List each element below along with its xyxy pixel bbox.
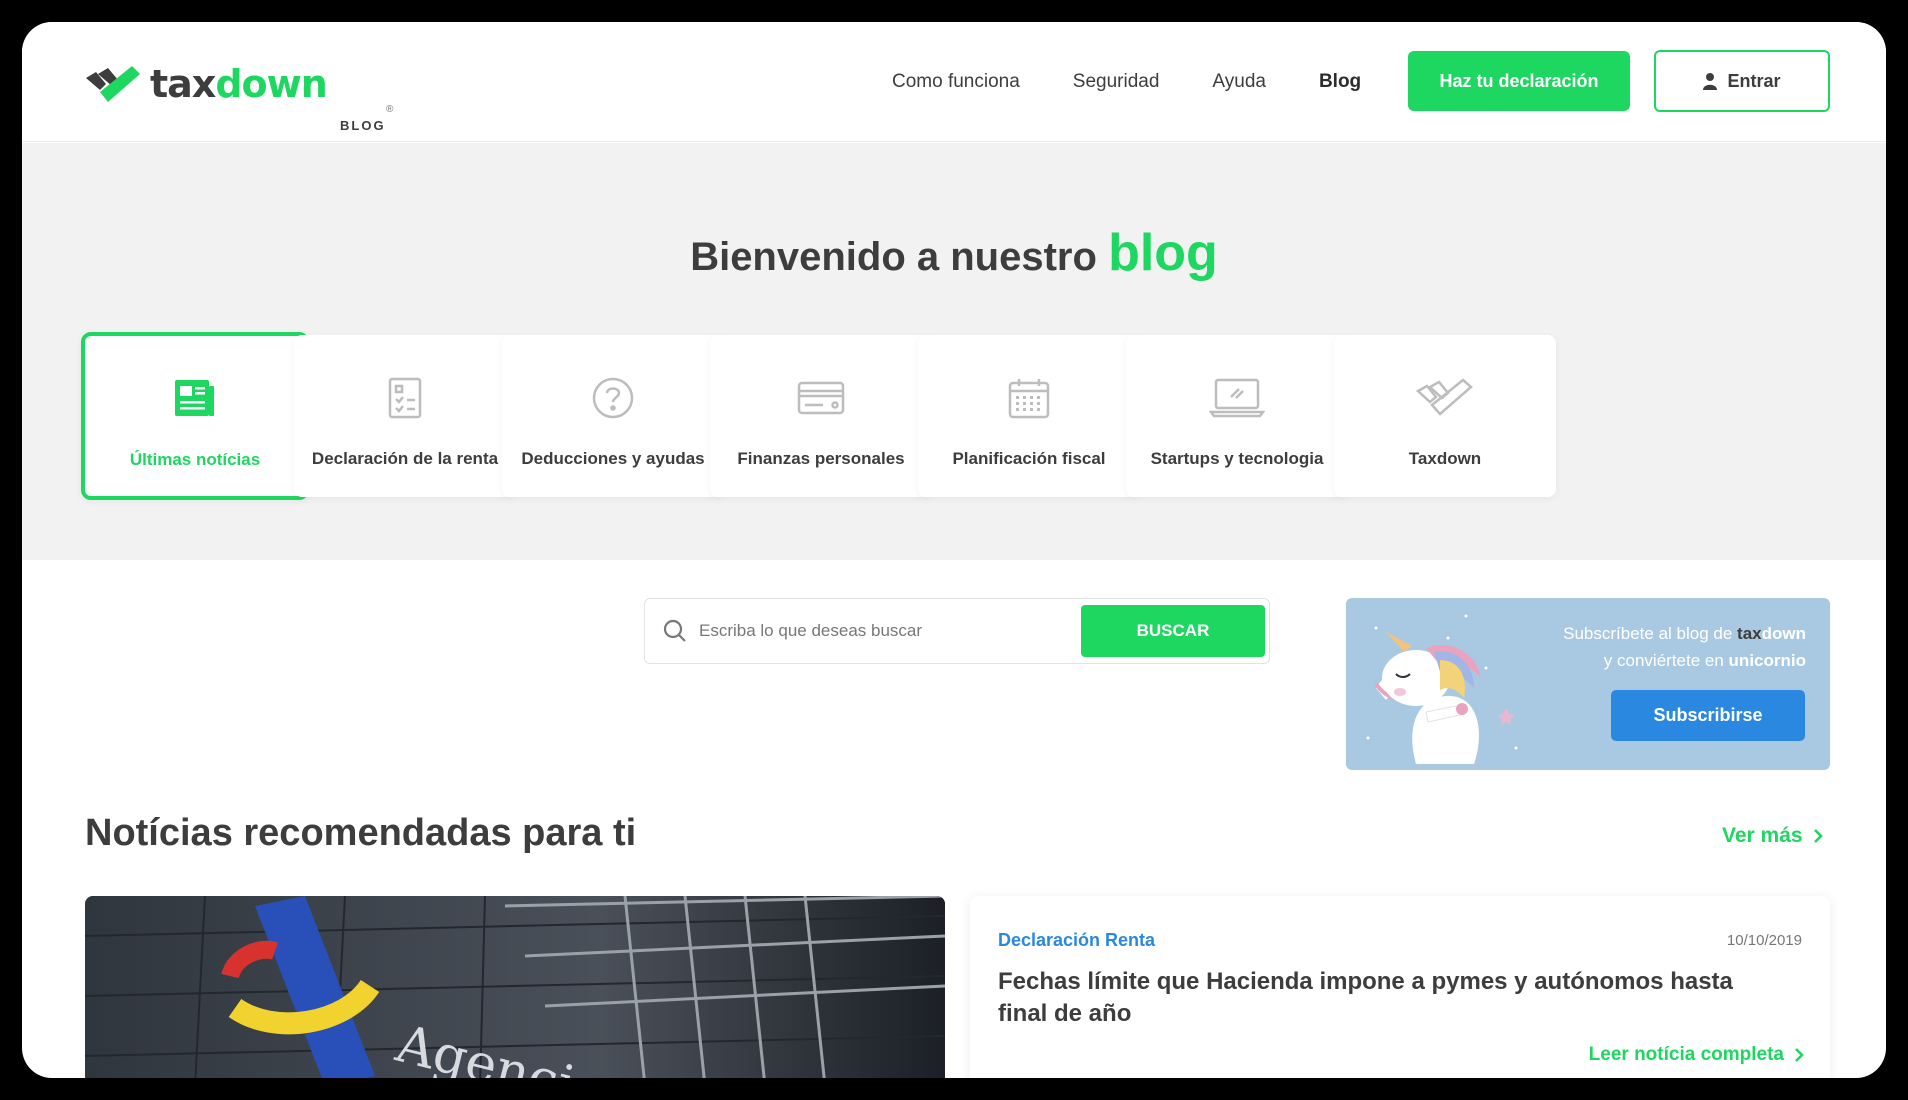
category-card-declaracion-renta[interactable]: Declaración de la renta (294, 335, 516, 497)
nav-link-blog[interactable]: Blog (1319, 22, 1361, 142)
browser-screen: taxdown ® BLOG Como funciona Seguridad A… (22, 22, 1886, 1078)
login-button[interactable]: Entrar (1654, 50, 1830, 112)
nav-link-ayuda[interactable]: Ayuda (1212, 22, 1266, 142)
declaration-cta-button[interactable]: Haz tu declaración (1408, 51, 1630, 111)
news-photo[interactable]: Agencia T (85, 896, 945, 1078)
nav-link-como-funciona[interactable]: Como funciona (892, 22, 1020, 142)
category-card-startups-tecnologia[interactable]: Startups y tecnologia (1126, 335, 1348, 497)
see-more-label: Ver más (1722, 824, 1803, 847)
search-input[interactable] (699, 611, 1039, 651)
logo-subtitle: BLOG (340, 118, 386, 133)
checklist-icon (388, 373, 422, 423)
newspaper-icon (175, 374, 215, 424)
calendar-icon (1008, 373, 1050, 423)
nav-link-seguridad[interactable]: Seguridad (1073, 22, 1160, 142)
read-full-news-label: Leer notícia completa (1588, 1044, 1784, 1065)
subscribe-button[interactable]: Subscribirse (1611, 690, 1805, 741)
category-card-planificacion-fiscal[interactable]: Planificación fiscal (918, 335, 1140, 497)
question-icon (592, 373, 634, 423)
category-label: Declaración de la renta (311, 449, 499, 468)
laptop-icon (1209, 373, 1265, 423)
category-label: Deducciones y ayudas (521, 449, 705, 468)
taxdown-logo-icon (1415, 373, 1475, 423)
device-frame: taxdown ® BLOG Como funciona Seguridad A… (0, 0, 1908, 1100)
category-card-ultimas-noticias[interactable]: Últimas notícias (81, 332, 309, 500)
hero-section: Bienvenido a nuestro blog Últimas notíci… (22, 143, 1886, 560)
promo-line-2: y conviértete en unicornio (1603, 651, 1806, 670)
category-label: Finanzas personales (737, 449, 905, 468)
category-label: Planificación fiscal (952, 449, 1106, 468)
unicorn-illustration (1366, 614, 1518, 764)
promo-line-1: Subscríbete al blog de taxdown (1563, 624, 1806, 643)
taxdown-blog-logo[interactable]: taxdown ® BLOG (84, 60, 393, 133)
logo-registered-mark: ® (386, 104, 394, 115)
site-header: taxdown ® BLOG Como funciona Seguridad A… (22, 22, 1886, 142)
search-bar: BUSCAR (644, 598, 1270, 664)
logo-wordmark: taxdown (150, 62, 328, 106)
category-label: Startups y tecnologia (1150, 449, 1324, 468)
news-card[interactable]: Declaración Renta 10/10/2019 Fechas lími… (970, 896, 1830, 1078)
category-card-deducciones-ayudas[interactable]: Deducciones y ayudas (502, 335, 724, 497)
user-icon (1703, 72, 1718, 90)
category-card-finanzas-personales[interactable]: Finanzas personales (710, 335, 932, 497)
news-title[interactable]: Fechas límite que Hacienda impone a pyme… (998, 966, 1778, 1030)
see-more-link[interactable]: Ver más (1722, 824, 1823, 848)
subscribe-promo-banner: Subscríbete al blog de taxdown y conviér… (1346, 598, 1830, 770)
login-label: Entrar (1727, 70, 1781, 91)
category-list: Últimas notícias Declaración de la renta (81, 332, 1852, 501)
recommended-section-title: Notícias recomendadas para ti (85, 812, 637, 854)
read-full-news-link[interactable]: Leer notícia completa (1589, 1044, 1804, 1066)
hero-title: Bienvenido a nuestro blog (690, 224, 1218, 282)
search-icon (663, 619, 687, 648)
main-nav: Como funciona Seguridad Ayuda Blog (892, 22, 1361, 142)
taxdown-logo-icon (86, 66, 140, 102)
news-category[interactable]: Declaración Renta (998, 930, 1155, 951)
search-button[interactable]: BUSCAR (1081, 605, 1265, 657)
category-label: Últimas notícias (129, 450, 261, 469)
category-card-taxdown[interactable]: Taxdown (1334, 335, 1556, 497)
credit-card-icon (797, 373, 845, 423)
category-label: Taxdown (1408, 449, 1482, 468)
chevron-right-icon (1794, 1047, 1804, 1063)
chevron-right-icon (1813, 828, 1823, 844)
news-date: 10/10/2019 (1726, 932, 1802, 949)
